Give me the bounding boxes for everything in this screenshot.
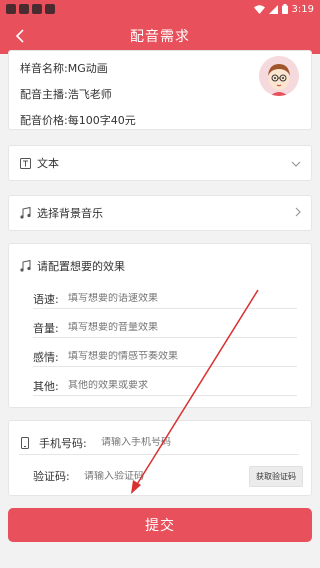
effects-header: 请配置想要的效果 [19,258,125,274]
background-music-row[interactable]: 选择背景音乐 [8,195,312,231]
speed-input[interactable] [68,293,297,304]
chevron-down-icon [291,157,301,170]
other-label: 其他: [33,379,59,393]
chevron-left-icon [15,29,24,43]
app-notification-icon [19,4,29,14]
emotion-input[interactable] [68,351,297,362]
other-row: 其他: [33,376,297,396]
host-avatar [259,56,299,96]
host-row: 配音主播:浩飞老师 [20,86,112,102]
phone-label: 手机号码: [39,436,87,450]
chevron-right-icon [295,207,301,220]
notification-icons [6,4,55,14]
get-verification-code-button[interactable]: 获取验证码 [249,465,303,487]
status-bar: 3:19 [0,0,320,18]
sample-name-value: MG动画 [67,62,108,75]
clock: 3:19 [291,3,314,15]
app-notification-icon [32,4,42,14]
background-music-label: 选择背景音乐 [37,207,103,220]
sample-name-label: 样音名称: [20,62,68,75]
signal-icon [268,4,278,14]
phone-input[interactable] [101,437,299,448]
mobile-phone-icon [19,436,31,449]
verification-code-input[interactable] [84,470,204,482]
page-title: 配音需求 [130,29,190,45]
host-value: 浩飞老师 [67,88,112,101]
price-row: 配音价格:每100字40元 [20,112,136,128]
volume-row: 音量: [33,318,297,338]
back-button[interactable] [10,26,30,46]
title-bar: 配音需求 [0,18,320,54]
other-input[interactable] [68,380,297,391]
verification-code-label: 验证码: [33,470,70,483]
app-notification-icon [6,4,16,14]
emotion-label: 感情: [33,350,59,364]
price-value: 每100字40元 [67,114,136,127]
music-note-icon [19,260,31,272]
host-label: 配音主播: [20,88,68,101]
effects-title: 请配置想要的效果 [37,260,125,273]
voice-info-card: 样音名称:MG动画 配音主播:浩飞老师 配音价格:每100字40元 [8,50,312,130]
price-label: 配音价格: [20,114,68,127]
effects-card: 请配置想要的效果 语速: 音量: 感情: 其他: [8,243,312,408]
music-note-icon [19,207,31,219]
image-notification-icon [45,4,55,14]
text-row[interactable]: 文本 [8,145,312,181]
text-row-label: 文本 [37,157,59,170]
wifi-icon [253,4,265,14]
battery-icon [281,4,288,14]
volume-label: 音量: [33,321,59,335]
submit-button[interactable]: 提交 [8,508,312,542]
contact-card: 手机号码: 验证码: 获取验证码 [8,420,312,496]
speed-label: 语速: [33,292,59,306]
text-icon [19,157,31,169]
sample-name-row: 样音名称:MG动画 [20,60,108,76]
cartoon-avatar-icon [259,56,299,96]
speed-row: 语速: [33,289,297,309]
volume-input[interactable] [68,322,297,333]
verification-code-row: 验证码: 获取验证码 [33,463,303,489]
emotion-row: 感情: [33,347,297,367]
phone-row: 手机号码: [19,431,299,455]
